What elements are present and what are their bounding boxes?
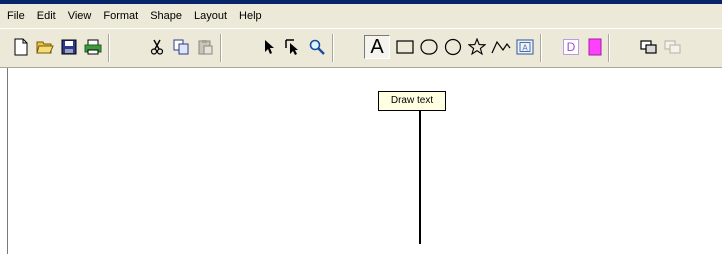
text-cursor-line xyxy=(419,110,421,244)
group-icon xyxy=(640,40,657,54)
star-icon xyxy=(468,38,486,56)
scissors-icon xyxy=(150,39,164,55)
menu-shape[interactable]: Shape xyxy=(145,4,189,28)
print-icon xyxy=(84,39,102,55)
toolbar-separator xyxy=(540,34,542,62)
draw-polyline-button[interactable] xyxy=(490,35,512,59)
drawing-canvas[interactable] xyxy=(0,68,722,254)
arrow-pointer-icon xyxy=(265,40,274,54)
vertex-pointer-icon xyxy=(285,39,298,55)
menu-view[interactable]: View xyxy=(63,4,99,28)
draw-rectangle-button[interactable] xyxy=(394,35,416,59)
magnifier-icon xyxy=(309,39,325,55)
draw-ellipse-button[interactable] xyxy=(442,35,464,59)
text-style-button[interactable]: D xyxy=(560,35,582,59)
main-toolbar: A A D xyxy=(0,28,722,68)
ellipse-icon xyxy=(444,38,462,56)
menu-bar: File Edit View Format Shape Layout Help xyxy=(0,4,722,28)
menu-layout[interactable]: Layout xyxy=(189,4,234,28)
paste-button[interactable] xyxy=(194,35,216,59)
magenta-swatch-icon xyxy=(588,38,602,56)
ungroup-shapes-button[interactable] xyxy=(662,35,684,59)
cut-button[interactable] xyxy=(146,35,168,59)
new-file-icon xyxy=(14,38,28,56)
toolbar-separator xyxy=(108,34,110,62)
rectangle-icon xyxy=(396,40,414,54)
menu-format[interactable]: Format xyxy=(98,4,145,28)
framed-text-icon: A xyxy=(516,39,534,55)
ungroup-icon xyxy=(664,40,681,54)
svg-text:A: A xyxy=(522,44,528,53)
text-style-icon: D xyxy=(563,39,579,55)
toolbar-separator xyxy=(332,34,334,62)
rounded-rectangle-icon xyxy=(420,39,438,55)
app-window: File Edit View Format Shape Layout Help xyxy=(0,0,722,254)
draw-image-frame-button[interactable]: A xyxy=(514,35,536,59)
print-button[interactable] xyxy=(82,35,104,59)
select-vertex-button[interactable] xyxy=(282,35,304,59)
select-pointer-button[interactable] xyxy=(258,35,280,59)
save-button[interactable] xyxy=(58,35,80,59)
zoom-button[interactable] xyxy=(306,35,328,59)
open-folder-icon xyxy=(36,41,54,54)
polyline-icon xyxy=(491,40,511,54)
tooltip: Draw text xyxy=(378,91,446,111)
copy-icon xyxy=(173,39,188,55)
open-file-button[interactable] xyxy=(34,35,56,59)
copy-button[interactable] xyxy=(170,35,192,59)
toolbar-separator xyxy=(220,34,222,62)
new-file-button[interactable] xyxy=(10,35,32,59)
text-tool-icon: A xyxy=(370,36,384,58)
draw-text-button[interactable]: A xyxy=(364,35,390,59)
menu-help[interactable]: Help xyxy=(234,4,269,28)
save-disk-icon xyxy=(61,39,77,55)
canvas-left-edge xyxy=(7,68,8,254)
toolbar-separator xyxy=(608,34,610,62)
fill-color-button[interactable] xyxy=(584,35,606,59)
menu-edit[interactable]: Edit xyxy=(32,4,63,28)
paste-icon xyxy=(198,40,213,55)
draw-rounded-rectangle-button[interactable] xyxy=(418,35,440,59)
group-shapes-button[interactable] xyxy=(638,35,660,59)
draw-star-button[interactable] xyxy=(466,35,488,59)
menu-file[interactable]: File xyxy=(2,4,32,28)
